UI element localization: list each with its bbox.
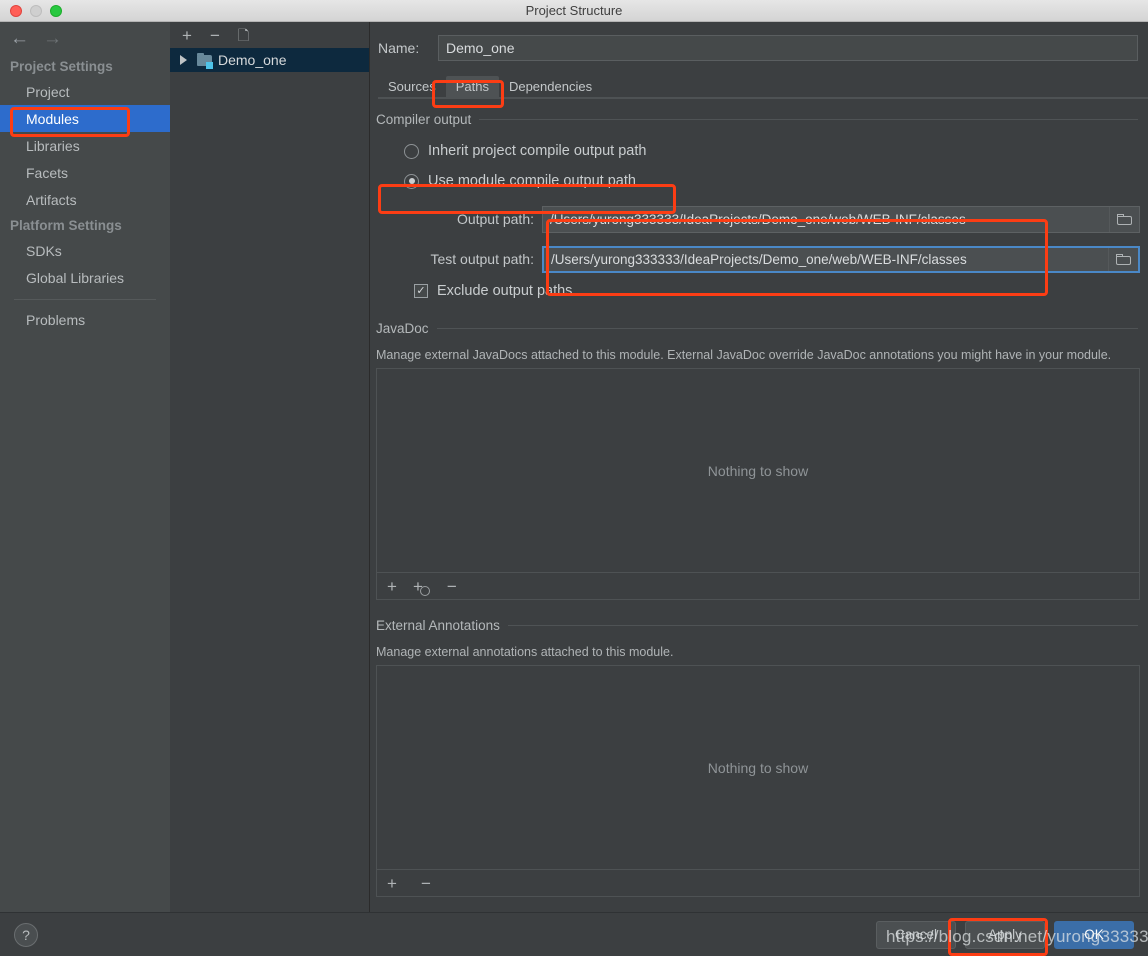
nav-arrows: ← → bbox=[0, 22, 170, 54]
tab-sources[interactable]: Sources bbox=[378, 76, 446, 98]
external-annotations-title: External Annotations bbox=[376, 618, 500, 633]
window-title: Project Structure bbox=[525, 2, 623, 18]
sidebar-group-platform-settings: Platform Settings bbox=[10, 218, 122, 233]
apply-button[interactable]: Apply bbox=[965, 920, 1045, 949]
radio-use-module-label: Use module compile output path bbox=[428, 173, 636, 189]
external-annotations-list[interactable]: Nothing to show bbox=[376, 665, 1140, 870]
cancel-button[interactable]: Cancel bbox=[876, 920, 956, 949]
compiler-output-title: Compiler output bbox=[376, 112, 472, 127]
javadoc-list[interactable]: Nothing to show bbox=[376, 368, 1140, 573]
external-annotations-remove-icon[interactable]: − bbox=[421, 875, 431, 892]
radio-inherit-project-output[interactable]: Inherit project compile output path bbox=[404, 139, 1148, 163]
folder-icon bbox=[1117, 213, 1132, 225]
folder-icon bbox=[1116, 253, 1131, 265]
javadoc-description: Manage external JavaDocs attached to thi… bbox=[376, 348, 1112, 362]
module-name-label: Name: bbox=[378, 40, 420, 56]
external-annotations-add-icon[interactable]: + bbox=[387, 875, 397, 892]
output-path-input[interactable]: /Users/yurong333333/IdeaProjects/Demo_on… bbox=[542, 205, 1140, 233]
test-output-path-row: Test output path: /Users/yurong333333/Id… bbox=[370, 245, 1148, 273]
module-detail-panel: Name: Demo_one Sources Paths Dependencie… bbox=[370, 22, 1148, 912]
ok-button[interactable]: OK bbox=[1054, 920, 1134, 949]
external-annotations-empty-text: Nothing to show bbox=[707, 759, 809, 776]
test-output-path-input[interactable]: /Users/yurong333333/IdeaProjects/Demo_on… bbox=[542, 245, 1140, 273]
module-tree-node-demo-one[interactable]: Demo_one bbox=[170, 48, 369, 72]
sidebar-group-project-settings: Project Settings bbox=[10, 59, 113, 74]
output-path-row: Output path: /Users/yurong333333/IdeaPro… bbox=[370, 205, 1148, 233]
window-titlebar: Project Structure bbox=[0, 0, 1148, 22]
section-divider-line bbox=[436, 328, 1138, 329]
sidebar-item-libraries[interactable]: Libraries bbox=[0, 132, 170, 159]
sidebar-item-global-libraries[interactable]: Global Libraries bbox=[0, 264, 170, 291]
tabs-underline bbox=[378, 97, 1148, 99]
sidebar-item-problems[interactable]: Problems bbox=[0, 306, 170, 333]
sidebar-divider bbox=[14, 299, 156, 300]
radio-use-module-output[interactable]: Use module compile output path bbox=[404, 169, 1148, 193]
sidebar-item-artifacts[interactable]: Artifacts bbox=[0, 186, 170, 213]
remove-module-icon[interactable]: − bbox=[210, 27, 220, 44]
module-name-input[interactable]: Demo_one bbox=[438, 35, 1138, 61]
sidebar-item-facets[interactable]: Facets bbox=[0, 159, 170, 186]
sidebar-item-sdks[interactable]: SDKs bbox=[0, 237, 170, 264]
output-path-label: Output path: bbox=[456, 211, 534, 227]
javadoc-empty-text: Nothing to show bbox=[707, 462, 809, 479]
radio-inherit-label: Inherit project compile output path bbox=[428, 143, 647, 159]
test-output-path-browse-button[interactable] bbox=[1108, 247, 1138, 271]
radio-unselected-icon bbox=[404, 143, 419, 159]
javadoc-add-url-icon[interactable]: + bbox=[413, 578, 430, 596]
module-tree-node-label: Demo_one bbox=[218, 52, 287, 68]
help-button[interactable]: ? bbox=[14, 922, 38, 947]
javadoc-remove-icon[interactable]: − bbox=[447, 578, 457, 595]
section-divider-line bbox=[507, 625, 1138, 626]
sidebar-item-project[interactable]: Project bbox=[0, 78, 170, 105]
back-arrow-icon[interactable]: ← bbox=[10, 29, 29, 48]
copy-module-icon[interactable]: 🗋 bbox=[238, 28, 249, 42]
tab-dependencies[interactable]: Dependencies bbox=[499, 76, 602, 98]
forward-arrow-icon[interactable]: → bbox=[43, 29, 62, 48]
javadoc-title: JavaDoc bbox=[376, 321, 429, 336]
exclude-output-paths-row[interactable]: ✓ Exclude output paths bbox=[414, 283, 1148, 299]
dialog-buttons: Cancel Apply OK bbox=[876, 920, 1134, 949]
tab-paths[interactable]: Paths bbox=[445, 76, 499, 98]
module-tree-panel: + − 🗋 Demo_one bbox=[170, 22, 370, 912]
exclude-output-paths-checkbox[interactable]: ✓ bbox=[414, 284, 428, 298]
javadoc-add-icon[interactable]: + bbox=[387, 578, 397, 595]
exclude-output-paths-label: Exclude output paths bbox=[437, 283, 573, 299]
sidebar-item-modules[interactable]: Modules bbox=[0, 105, 170, 132]
javadoc-section-header: JavaDoc bbox=[376, 321, 1138, 336]
module-name-row: Name: Demo_one bbox=[378, 34, 1138, 62]
project-structure-dialog: Project Structure ← → Project Settings P… bbox=[0, 0, 1148, 956]
section-divider-line bbox=[479, 119, 1138, 120]
output-path-browse-button[interactable] bbox=[1109, 206, 1139, 232]
output-path-value: /Users/yurong333333/IdeaProjects/Demo_on… bbox=[550, 211, 966, 227]
module-tabs: Sources Paths Dependencies bbox=[378, 76, 1148, 99]
compiler-output-section-header: Compiler output bbox=[376, 112, 1138, 127]
module-tree-toolbar: + − 🗋 bbox=[170, 22, 369, 48]
javadoc-toolbar: + + − bbox=[376, 573, 1140, 600]
settings-sidebar: ← → Project Settings Project Modules Lib… bbox=[0, 22, 170, 912]
module-folder-icon bbox=[197, 52, 213, 69]
test-output-path-value: /Users/yurong333333/IdeaProjects/Demo_on… bbox=[551, 251, 967, 267]
external-annotations-toolbar: + − bbox=[376, 870, 1140, 897]
expand-triangle-icon[interactable] bbox=[180, 55, 187, 65]
add-module-icon[interactable]: + bbox=[182, 27, 192, 44]
dialog-bottom-bar: ? Cancel Apply OK bbox=[0, 912, 1148, 956]
external-annotations-section-header: External Annotations bbox=[376, 618, 1138, 633]
external-annotations-description: Manage external annotations attached to … bbox=[376, 645, 674, 659]
radio-selected-icon bbox=[404, 173, 419, 189]
test-output-path-label: Test output path: bbox=[430, 251, 534, 267]
